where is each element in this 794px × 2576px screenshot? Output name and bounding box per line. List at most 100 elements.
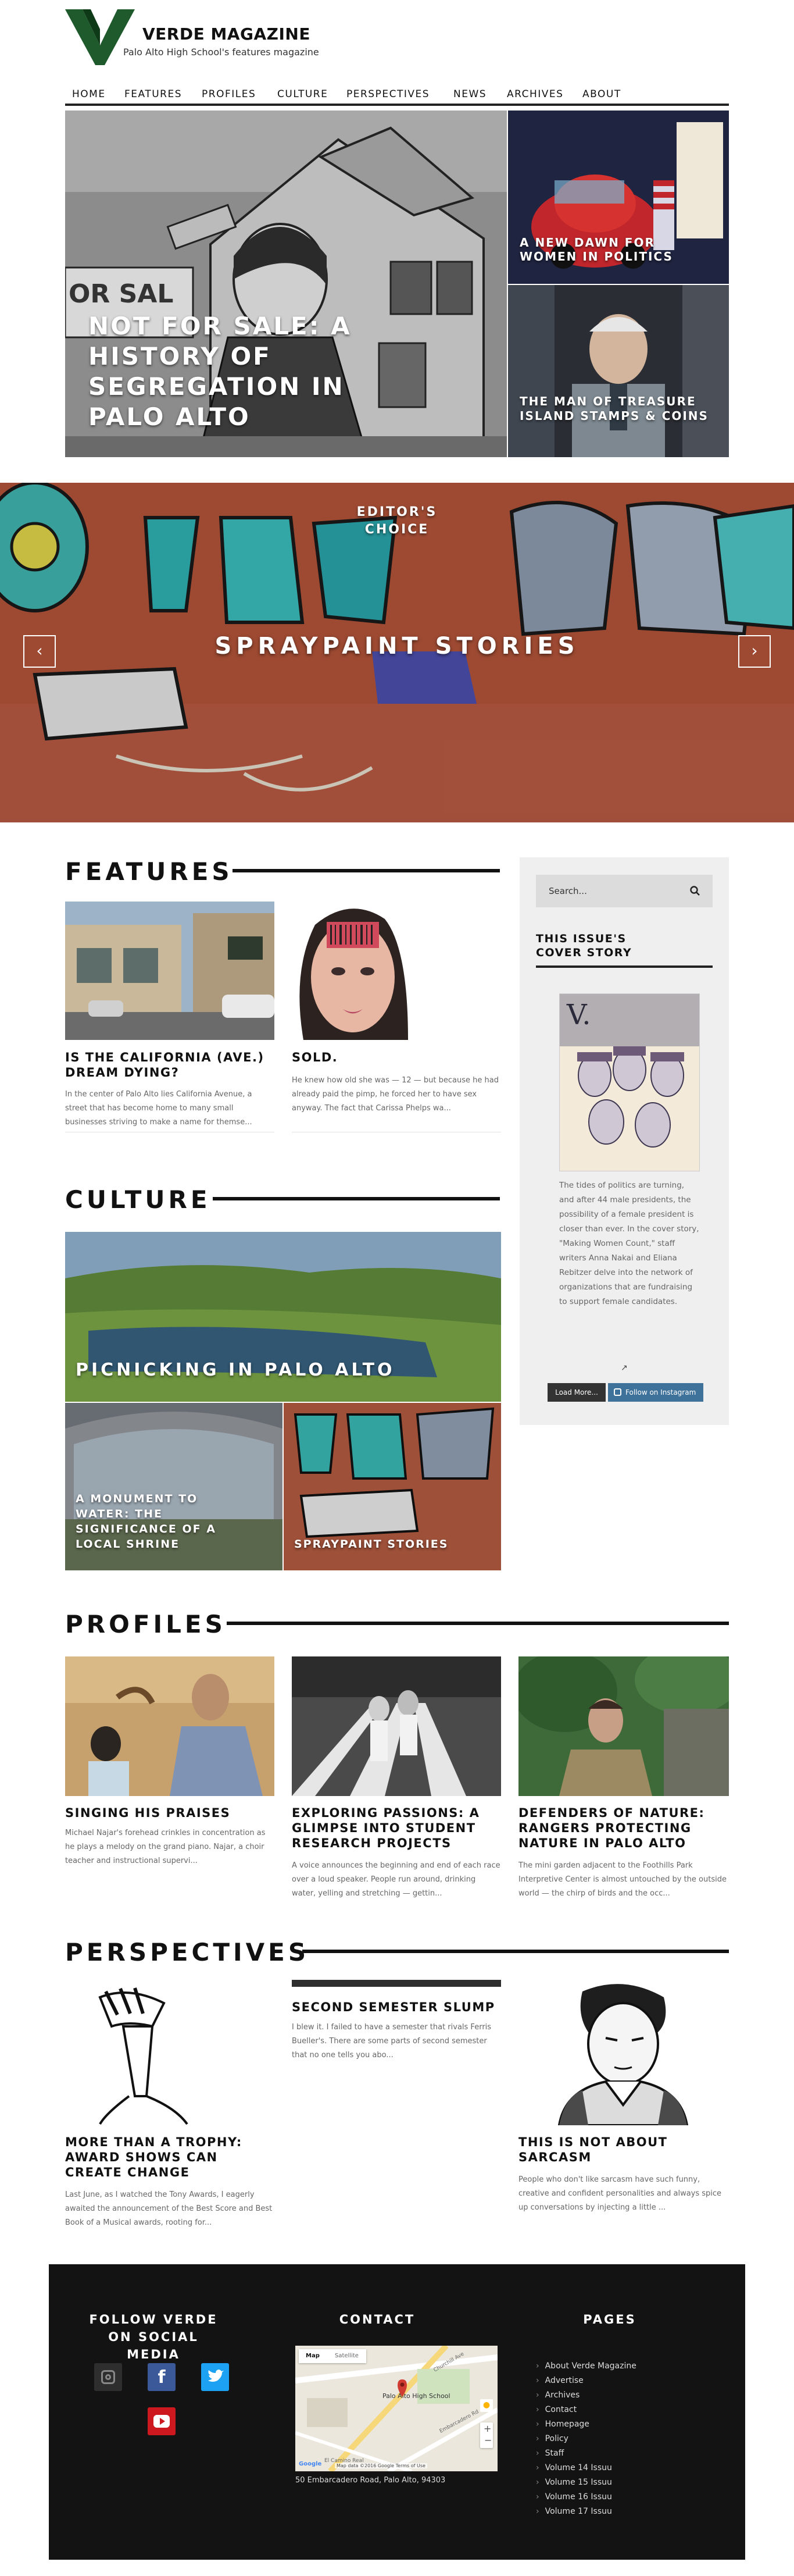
page-link-policy[interactable]: Policy	[536, 2434, 568, 2443]
profile-card-image-singing[interactable]	[65, 1656, 274, 1796]
culture-big-tile[interactable]: PICNICKING IN PALO ALTO	[65, 1232, 501, 1402]
page-link-volume-17[interactable]: Volume 17 Issuu	[536, 2507, 612, 2516]
nav-about[interactable]: ABOUT	[582, 88, 621, 100]
search-input[interactable]: Search...	[549, 886, 587, 896]
profile-card-title-rangers[interactable]: DEFENDERS OF NATURE: RANGERS PROTECTING …	[518, 1805, 729, 1851]
nav-news[interactable]: NEWS	[453, 88, 487, 100]
profile-card-excerpt-singing: Michael Najar's forehead crinkles in con…	[65, 1829, 266, 1865]
cover-image[interactable]: V.	[559, 993, 700, 1171]
profile-card-title-singing[interactable]: SINGING HIS PRAISES	[65, 1805, 274, 1820]
nav-perspectives[interactable]: PERSPECTIVES	[346, 88, 430, 100]
search-box[interactable]: Search...	[536, 875, 713, 907]
page-link-archives[interactable]: Archives	[536, 2390, 580, 2400]
profile-card-image-research[interactable]	[292, 1656, 501, 1796]
spinner-icon: ↗	[621, 1363, 628, 1373]
features-heading-rule	[233, 869, 500, 872]
youtube-icon[interactable]	[148, 2407, 176, 2435]
hero-stamps-photo	[508, 285, 729, 457]
svg-text:OR SAL: OR SAL	[69, 279, 173, 309]
profiles-heading: PROFILES	[65, 1610, 729, 1638]
rangers-photo	[518, 1656, 729, 1796]
feature-card-excerpt-sold: He knew how old she was — 12 — but becau…	[292, 1076, 499, 1113]
main-nav: HOME FEATURES PROFILES CULTURE PERSPECTI…	[65, 86, 729, 106]
feature-card-title-sold[interactable]: SOLD.	[292, 1050, 501, 1065]
map-tab-map[interactable]: Map	[306, 2353, 320, 2359]
cover-story-text: The tides of politics are turning, and a…	[559, 1181, 699, 1306]
culture-right-tile[interactable]: SPRAYPAINT STORIES	[284, 1403, 501, 1570]
page-link-staff[interactable]: Staff	[536, 2449, 564, 2458]
perspectives-heading-text: PERSPECTIVES	[65, 1938, 310, 1966]
profile-card-title-research[interactable]: EXPLORING PASSIONS: A GLIMPSE INTO STUDE…	[292, 1805, 501, 1851]
nav-profiles[interactable]: PROFILES	[202, 88, 256, 100]
profiles-heading-rule	[227, 1622, 729, 1625]
twitter-icon[interactable]	[201, 2363, 229, 2391]
culture-left-tile[interactable]: A MONUMENT TO WATER: THE SIGNIFICANCE OF…	[65, 1403, 282, 1570]
research-photo	[292, 1656, 501, 1796]
street-view-icon[interactable]: ●	[480, 2399, 493, 2412]
site-title[interactable]: VERDE MAGAZINE	[142, 24, 310, 44]
culture-right-title[interactable]: SPRAYPAINT STORIES	[294, 1538, 486, 1551]
hero-top-right-title[interactable]: A NEW DAWN FOR WOMEN IN POLITICS	[520, 236, 694, 263]
sarcasm-illustration	[518, 1980, 729, 2125]
divider	[536, 965, 713, 968]
follow-instagram-button[interactable]: Follow on Instagram	[608, 1383, 703, 1402]
slider-title[interactable]: SPRAYPAINT STORIES	[164, 633, 630, 660]
nav-features[interactable]: FEATURES	[124, 88, 182, 100]
map-attribution: Map data ©2016 Google Terms of Use	[335, 2463, 427, 2468]
hero-top-right-tile[interactable]: A NEW DAWN FOR WOMEN IN POLITICS	[508, 111, 729, 284]
page-link-contact[interactable]: Contact	[536, 2405, 577, 2414]
svg-text:V.: V.	[566, 999, 591, 1031]
google-logo[interactable]: Google	[299, 2461, 321, 2467]
page-link-volume-16[interactable]: Volume 16 Issuu	[536, 2492, 612, 2502]
facebook-icon[interactable]: f	[148, 2363, 176, 2391]
perspective-card-title-trophy[interactable]: MORE THAN A TROPHY: AWARD SHOWS CAN CREA…	[65, 2135, 274, 2180]
culture-left-title[interactable]: A MONUMENT TO WATER: THE SIGNIFICANCE OF…	[76, 1491, 250, 1552]
feature-card-image-sold[interactable]	[292, 902, 501, 1040]
search-icon[interactable]	[689, 885, 701, 897]
perspective-card-image-trophy[interactable]	[65, 1980, 274, 2125]
instagram-icon[interactable]	[94, 2363, 122, 2391]
profiles-heading-text: PROFILES	[65, 1610, 226, 1638]
page-link-about[interactable]: About Verde Magazine	[536, 2361, 636, 2371]
footer-social-heading: FOLLOW VERDE ON SOCIAL MEDIA	[89, 2313, 218, 2361]
perspectives-heading: PERSPECTIVES	[65, 1938, 729, 1966]
zoom-in-icon[interactable]: +	[484, 2423, 491, 2434]
cover-story-heading: THIS ISSUE'S COVER STORY	[536, 932, 632, 959]
zoom-out-icon[interactable]: −	[484, 2435, 492, 2446]
feature-card-title-california[interactable]: IS THE CALIFORNIA (AVE.) DREAM DYING?	[65, 1050, 274, 1080]
perspective-card-excerpt-sarcasm: People who don't like sarcasm have such …	[518, 2175, 722, 2212]
footer-contact-heading: CONTACT	[339, 2313, 416, 2326]
nav-culture[interactable]: CULTURE	[277, 88, 328, 100]
chevron-right-icon[interactable]: ›	[738, 635, 771, 668]
hero-bottom-right-title[interactable]: THE MAN OF TREASURE ISLAND STAMPS & COIN…	[520, 394, 711, 423]
perspective-card-image-sarcasm[interactable]	[518, 1980, 729, 2125]
map-zoom-control: + −	[480, 2422, 493, 2448]
nav-home[interactable]: HOME	[72, 88, 106, 100]
singing-photo	[65, 1656, 274, 1796]
page-link-volume-15[interactable]: Volume 15 Issuu	[536, 2478, 612, 2487]
page-link-advertise[interactable]: Advertise	[536, 2376, 584, 2385]
page-link-homepage[interactable]: Homepage	[536, 2420, 589, 2429]
perspective-card-title-slump[interactable]: SECOND SEMESTER SLUMP	[292, 2000, 501, 2015]
map-place-label: Palo Alto High School	[382, 2392, 450, 2400]
perspective-card-title-sarcasm[interactable]: THIS IS NOT ABOUT SARCASM	[518, 2135, 729, 2165]
profile-card-image-rangers[interactable]	[518, 1656, 729, 1796]
culture-big-title[interactable]: PICNICKING IN PALO ALTO	[76, 1360, 482, 1380]
contact-map[interactable]: Palo Alto High School Churchill Ave El C…	[295, 2343, 499, 2474]
feature-card-excerpt-california: In the center of Palo Alto lies Californ…	[65, 1090, 252, 1127]
trophy-hand-illustration	[65, 1980, 274, 2125]
nav-archives[interactable]: ARCHIVES	[507, 88, 563, 100]
hero-bottom-right-tile[interactable]: THE MAN OF TREASURE ISLAND STAMPS & COIN…	[508, 285, 729, 457]
load-more-button[interactable]: Load More...	[548, 1383, 606, 1402]
chevron-left-icon[interactable]: ‹	[23, 635, 56, 668]
features-heading: FEATURES	[65, 857, 500, 886]
page-link-volume-14[interactable]: Volume 14 Issuu	[536, 2463, 612, 2472]
map-tab-satellite[interactable]: Satellite	[335, 2353, 359, 2359]
hero-main-title[interactable]: NOT FOR SALE: A HISTORY OF SEGREGATION I…	[88, 311, 414, 432]
culture-heading-text: CULTURE	[65, 1185, 211, 1214]
perspective-card-excerpt-trophy: Last June, as I watched the Tony Awards,…	[65, 2190, 273, 2227]
feature-card-image-california[interactable]	[65, 902, 274, 1040]
profile-card-excerpt-research: A voice announces the beginning and end …	[292, 1861, 500, 1898]
hero-main-tile[interactable]: OR SAL NOT FOR SALE: A HISTORY OF SEGREG…	[65, 111, 507, 457]
editors-choice-slider[interactable]: EDITOR'S CHOICE SPRAYPAINT STORIES ‹ ›	[0, 483, 794, 822]
